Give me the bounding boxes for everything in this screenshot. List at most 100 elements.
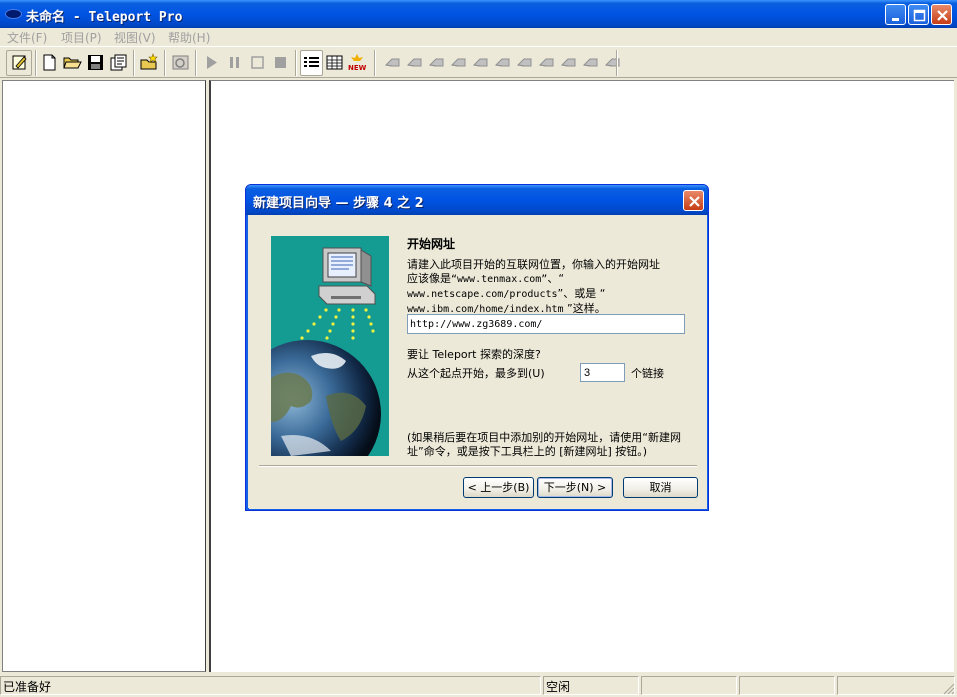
menu-bar: 文件(F) 项目(P) 视图(V) 帮助(H) — [0, 28, 957, 46]
hint-text: (如果稍后要在项目中添加别的开始网址，请使用“新建网址”命令，或是按下工具栏上的… — [407, 431, 681, 458]
computer-globe-icon — [271, 247, 381, 456]
properties-button[interactable] — [108, 52, 129, 73]
open-folder-icon — [63, 57, 82, 69]
minimize-button[interactable] — [885, 4, 906, 25]
stop-square-button[interactable] — [270, 52, 291, 73]
depth-question: 要让 Teleport 探索的深度? — [407, 348, 541, 361]
status-cell-empty — [641, 676, 737, 695]
status-bar: 已准备好 空闲 — [0, 674, 957, 697]
toolbar-separator — [35, 50, 37, 76]
new-file-icon — [43, 54, 56, 71]
app-icon — [5, 9, 22, 19]
toolbar-separator — [374, 50, 376, 76]
open-folder-button[interactable] — [62, 52, 83, 73]
depth-unit: 个链接 — [631, 367, 664, 380]
bookmark-icon — [406, 58, 422, 67]
bookmark-button[interactable] — [492, 52, 513, 73]
desc-example: “www.tenmax.com” — [451, 274, 548, 285]
browse-button[interactable] — [170, 52, 191, 73]
new-project-button[interactable] — [139, 52, 160, 73]
list-view-button[interactable] — [301, 52, 322, 73]
close-button[interactable] — [931, 4, 952, 25]
bookmark-button[interactable] — [558, 52, 579, 73]
bookmark-icon — [384, 58, 400, 67]
play-button[interactable] — [201, 52, 222, 73]
list-view-icon — [304, 57, 319, 67]
project-tree-pane[interactable] — [2, 80, 206, 672]
toolbar-separator — [164, 50, 166, 76]
toolbar: NEW — [0, 46, 957, 78]
new-address-button[interactable]: NEW — [347, 52, 368, 73]
bookmark-button[interactable] — [470, 52, 491, 73]
minimize-icon — [892, 18, 899, 21]
back-button[interactable]: < 上一步(B) — [463, 477, 534, 498]
table-view-button[interactable] — [324, 52, 345, 73]
stop-icon — [251, 56, 264, 69]
table-view-icon — [326, 55, 343, 70]
menu-help[interactable]: 帮助(H) — [168, 29, 210, 46]
bookmark-icon — [538, 58, 554, 67]
dialog-title: 新建项目向导 — 步骤 4 之 2 — [253, 196, 424, 211]
bookmark-icon — [494, 58, 510, 67]
bookmark-icon — [560, 58, 576, 67]
bookmark-button[interactable] — [426, 52, 447, 73]
next-button[interactable]: 下一步(N) > — [537, 477, 613, 498]
dialog-title-bar: 新建项目向导 — 步骤 4 之 2 — [246, 185, 708, 215]
title-bar: 未命名 - Teleport Pro — [0, 0, 957, 28]
bookmark-icon — [516, 58, 532, 67]
bookmark-icon — [450, 58, 466, 67]
bookmark-icon — [604, 58, 620, 67]
dialog-close-button[interactable] — [683, 190, 704, 211]
stop-button[interactable] — [247, 52, 268, 73]
bookmark-button[interactable] — [536, 52, 557, 73]
bookmark-icon — [472, 58, 488, 67]
stop-square-icon — [275, 57, 286, 68]
play-icon — [207, 56, 217, 69]
bookmark-button[interactable] — [404, 52, 425, 73]
maximize-button[interactable] — [908, 4, 929, 25]
cancel-button[interactable]: 取消 — [623, 477, 698, 498]
menu-file[interactable]: 文件(F) — [7, 29, 47, 46]
bookmark-button[interactable] — [602, 52, 623, 73]
close-icon — [937, 10, 948, 21]
depth-input[interactable] — [580, 363, 625, 382]
status-cell-empty — [739, 676, 835, 695]
new-address-icon: NEW — [348, 54, 367, 72]
desc-line: 请建入此项目开始的互联网位置，你输入的开始网址 — [407, 258, 660, 271]
desc-example: www.netscape.com/products — [407, 289, 558, 300]
start-url-input[interactable] — [407, 314, 685, 334]
desc-line: 、“ — [547, 272, 565, 285]
status-state: 空闲 — [543, 676, 639, 695]
bookmark-button[interactable] — [448, 52, 469, 73]
bookmark-icon — [428, 58, 444, 67]
edit-button[interactable] — [9, 52, 30, 73]
save-button[interactable] — [85, 52, 106, 73]
dialog-divider — [259, 465, 697, 467]
status-cell-empty — [837, 676, 955, 695]
bookmark-button[interactable] — [382, 52, 403, 73]
maximize-icon — [913, 9, 926, 22]
bookmark-button[interactable] — [580, 52, 601, 73]
dialog-body: 开始网址 请建入此项目开始的互联网位置，你输入的开始网址 应该像是“www.te… — [249, 215, 707, 509]
toolbar-separator — [133, 50, 135, 76]
new-file-button[interactable] — [39, 52, 60, 73]
desc-line: ”、或是 “ — [557, 287, 606, 300]
new-project-wizard-dialog: 新建项目向导 — 步骤 4 之 2 开始网址 请建入此项目开始的互联网位置，你输… — [245, 184, 709, 511]
menu-project[interactable]: 项目(P) — [61, 29, 102, 46]
menu-view[interactable]: 视图(V) — [114, 29, 156, 46]
resize-grip-icon[interactable] — [943, 683, 955, 695]
bookmark-button[interactable] — [514, 52, 535, 73]
svg-text:NEW: NEW — [348, 64, 367, 72]
toolbar-separator — [295, 50, 297, 76]
wizard-illustration — [271, 236, 389, 456]
depth-label: 从这个起点开始，最多到(U) — [407, 367, 545, 380]
bookmark-icon — [582, 58, 598, 67]
section-heading: 开始网址 — [407, 237, 456, 251]
window-title: 未命名 - Teleport Pro — [26, 10, 183, 25]
pause-icon — [230, 57, 239, 68]
pause-button[interactable] — [224, 52, 245, 73]
toolbar-separator — [616, 50, 618, 76]
browse-icon — [172, 55, 189, 70]
close-icon — [689, 196, 700, 207]
save-icon — [88, 55, 103, 70]
